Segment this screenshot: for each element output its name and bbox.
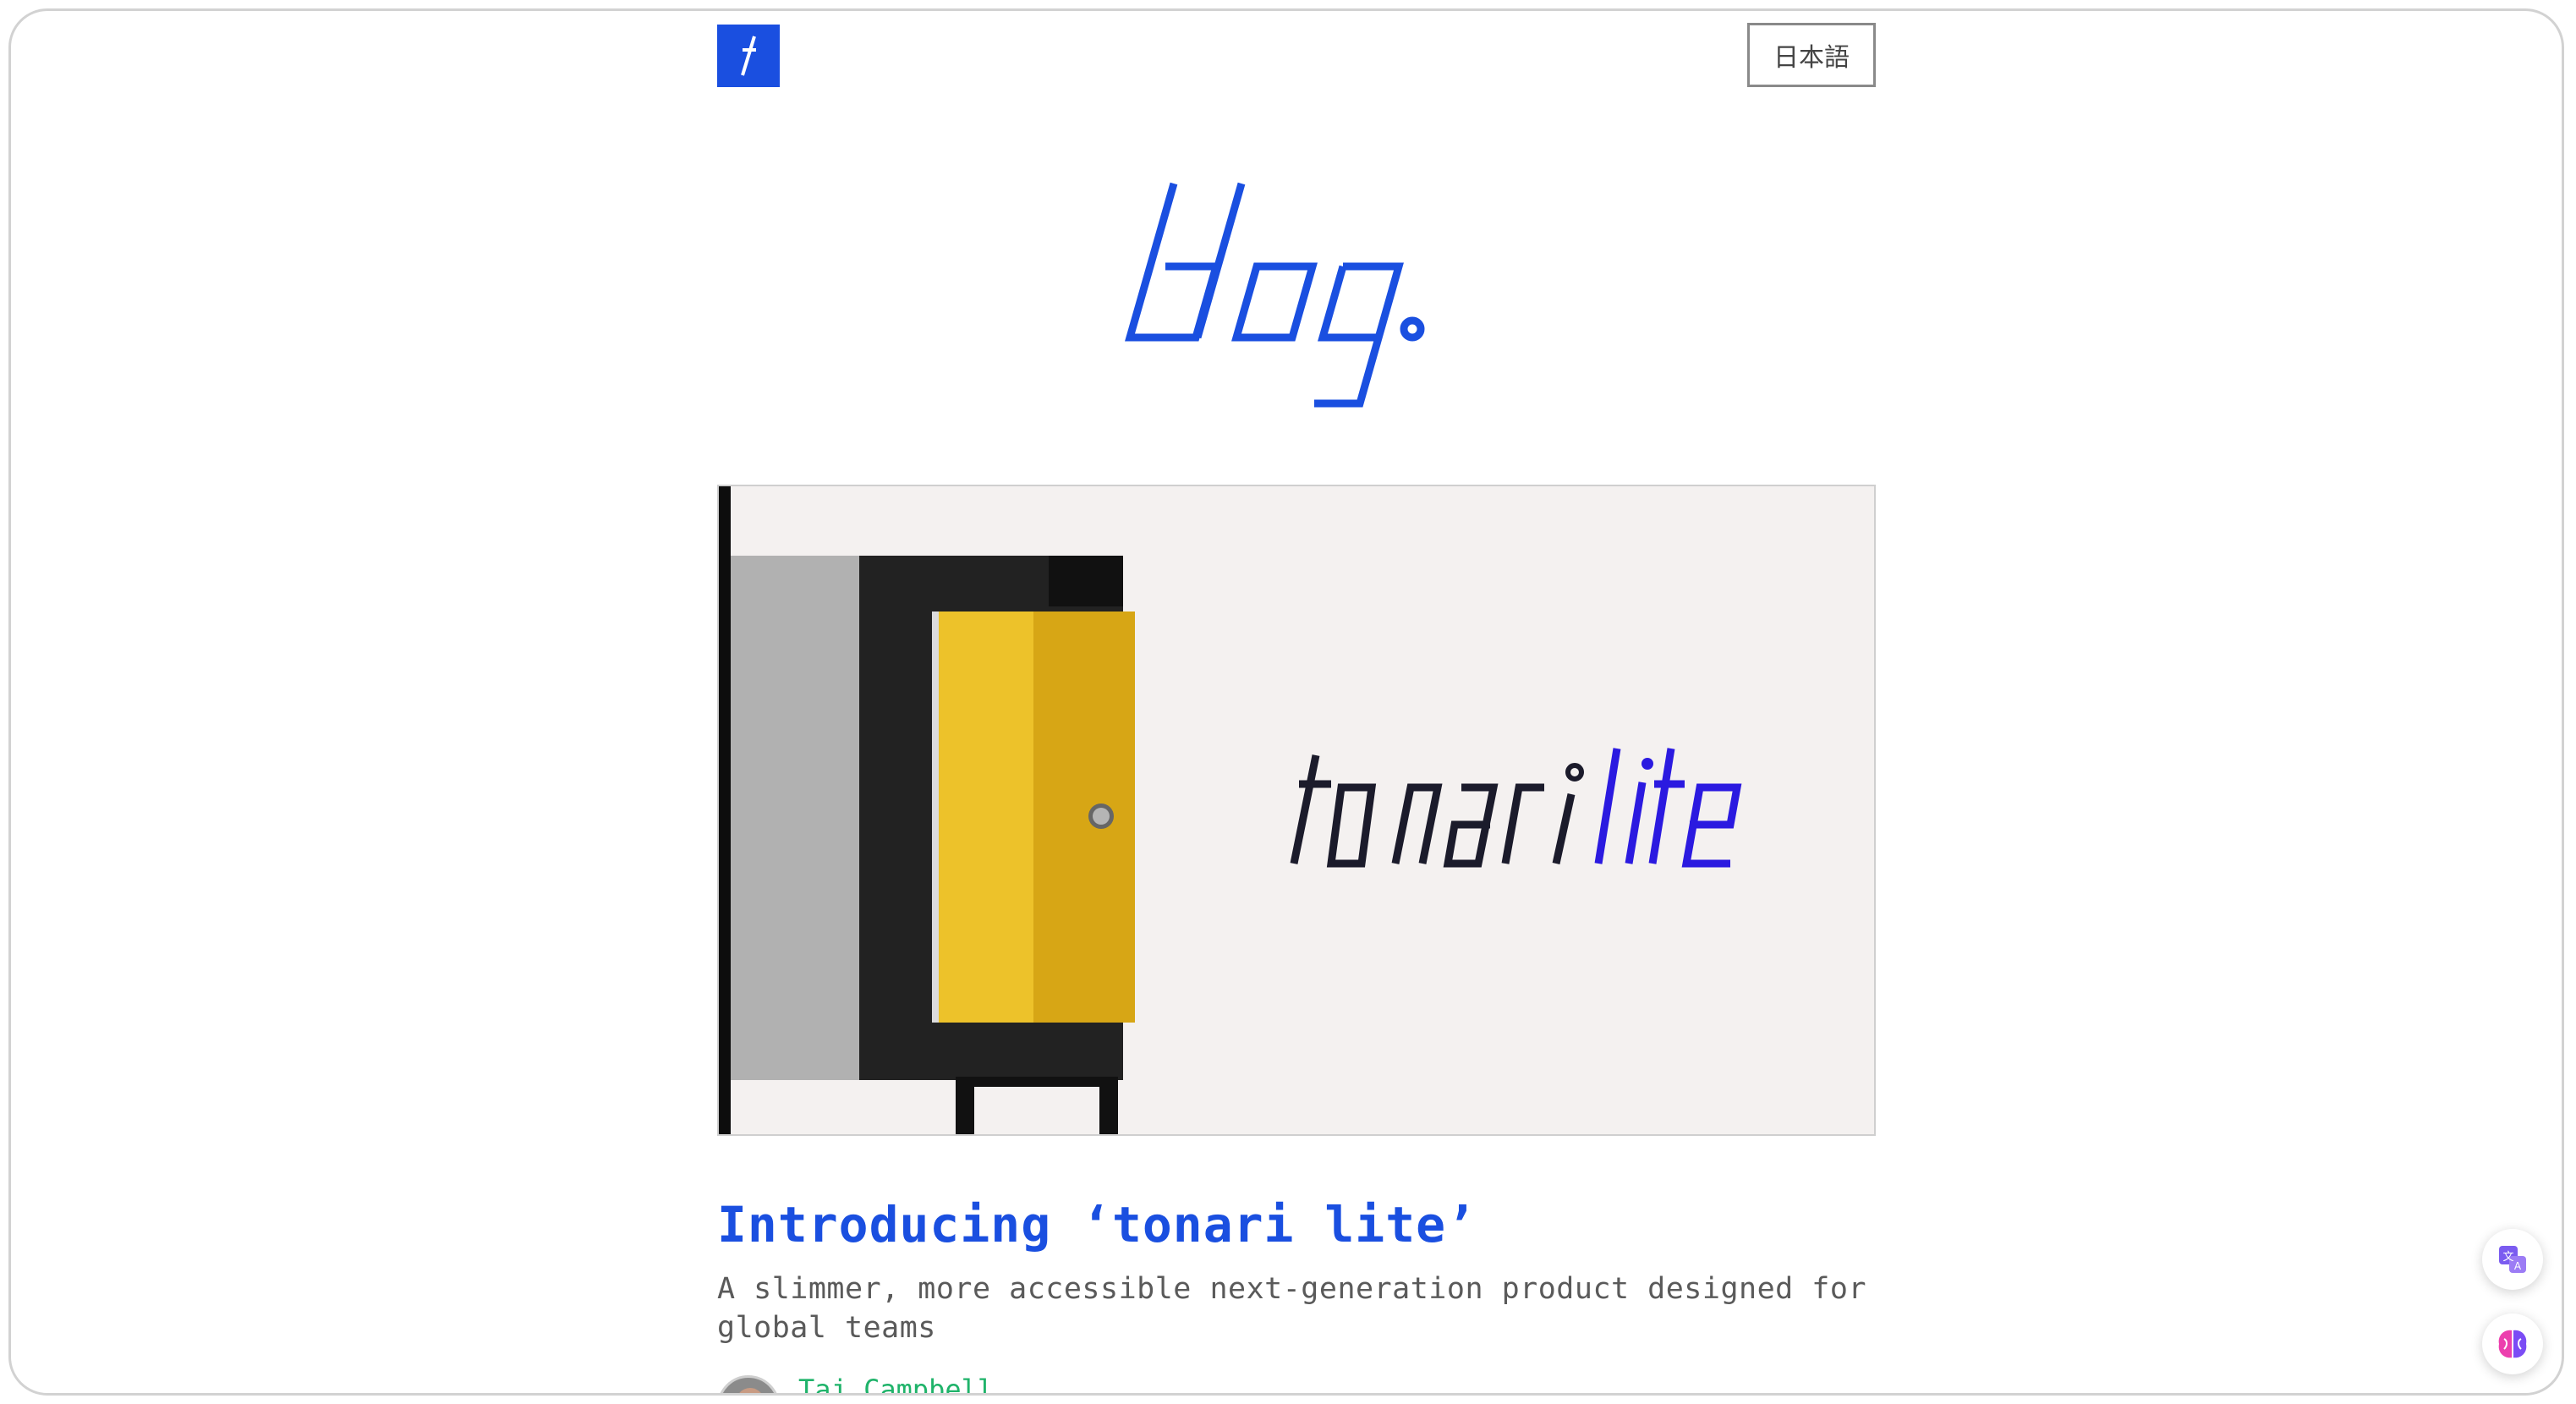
author-avatar <box>717 1375 780 1393</box>
translate-icon[interactable]: 文 A <box>2482 1229 2543 1290</box>
tonari-logo-icon[interactable] <box>717 25 780 87</box>
brain-icon[interactable] <box>2482 1314 2543 1374</box>
hero-image[interactable] <box>717 485 1876 1136</box>
svg-text:文: 文 <box>2502 1251 2513 1264</box>
browser-frame: 日本語 Introducing ‘tonari lite’ A slimmer,… <box>8 8 2564 1396</box>
author-name[interactable]: Taj Campbell <box>798 1374 994 1393</box>
svg-text:A: A <box>2514 1260 2522 1272</box>
post-author[interactable]: Taj Campbell <box>717 1374 994 1393</box>
language-toggle-button[interactable]: 日本語 <box>1747 23 1876 87</box>
page-column: 日本語 Introducing ‘tonari lite’ A slimmer,… <box>717 11 1876 1393</box>
post-title[interactable]: Introducing ‘tonari lite’ <box>717 1193 1876 1256</box>
blog-wordmark[interactable] <box>1115 172 1470 409</box>
post-subtitle: A slimmer, more accessible next-generati… <box>717 1272 1867 1345</box>
